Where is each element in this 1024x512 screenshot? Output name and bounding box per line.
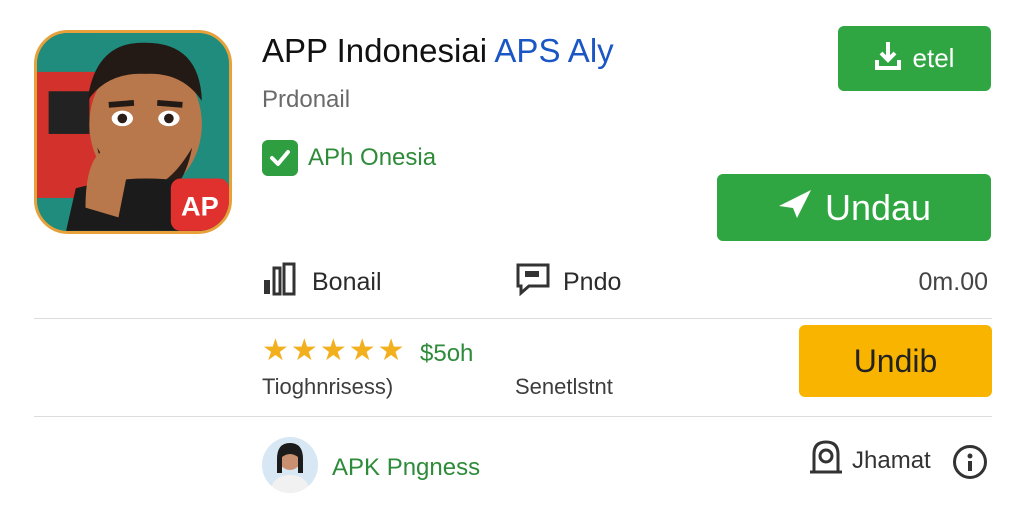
download-button[interactable]: Undau [717,174,991,241]
secondary-button[interactable]: Undib [799,325,992,397]
rating-stars: ★ ★ ★ ★ ★ [262,336,405,366]
meta-left: Bonail [262,262,382,303]
install-button[interactable]: etel [838,26,991,91]
developer-action[interactable]: Jhamat [808,440,931,481]
star-icon: ★ [319,334,347,367]
download-button-label: Undau [824,186,932,228]
app-avatar-art: AP [37,33,229,231]
info-icon[interactable] [953,445,987,479]
verified-badge: APh Onesia [262,140,436,176]
meta-left-label: Bonail [312,268,382,296]
star-icon: ★ [290,334,318,367]
divider-top [34,318,992,319]
developer-name[interactable]: APK Pngness [332,454,480,482]
avatar[interactable] [262,437,318,493]
secondary-button-label: Undib [853,342,938,379]
install-button-label: etel [912,43,955,73]
star-icon: ★ [377,334,405,367]
app-title-accent: APS Aly [494,32,614,69]
app-subtitle: Prdonail [262,86,351,113]
app-title: APP Indonesiai APS Aly [262,32,614,70]
star-icon: ★ [262,334,289,367]
chart-icon [262,262,300,303]
app-icon: AP [34,30,232,234]
download-icon [874,40,901,77]
meta-middle: Pndo [515,262,621,303]
verified-label: APh Onesia [308,144,437,171]
send-icon [777,187,813,229]
rating-label-right: Senetlstnt [515,374,613,399]
developer-action-label: Jhamat [852,446,931,474]
rating-label-left: Tioghnrisess) [262,374,394,399]
chat-icon [515,262,551,303]
divider-bottom [34,416,992,417]
meta-middle-label: Pndo [563,268,622,296]
check-icon [262,140,298,176]
app-size: 0m.00 [918,268,988,296]
app-title-main: APP Indonesiai [262,32,488,69]
app-icon-badge: AP [181,190,219,221]
person-icon [808,440,844,481]
star-icon: ★ [348,334,376,367]
rating-price: $5oh [420,340,474,367]
